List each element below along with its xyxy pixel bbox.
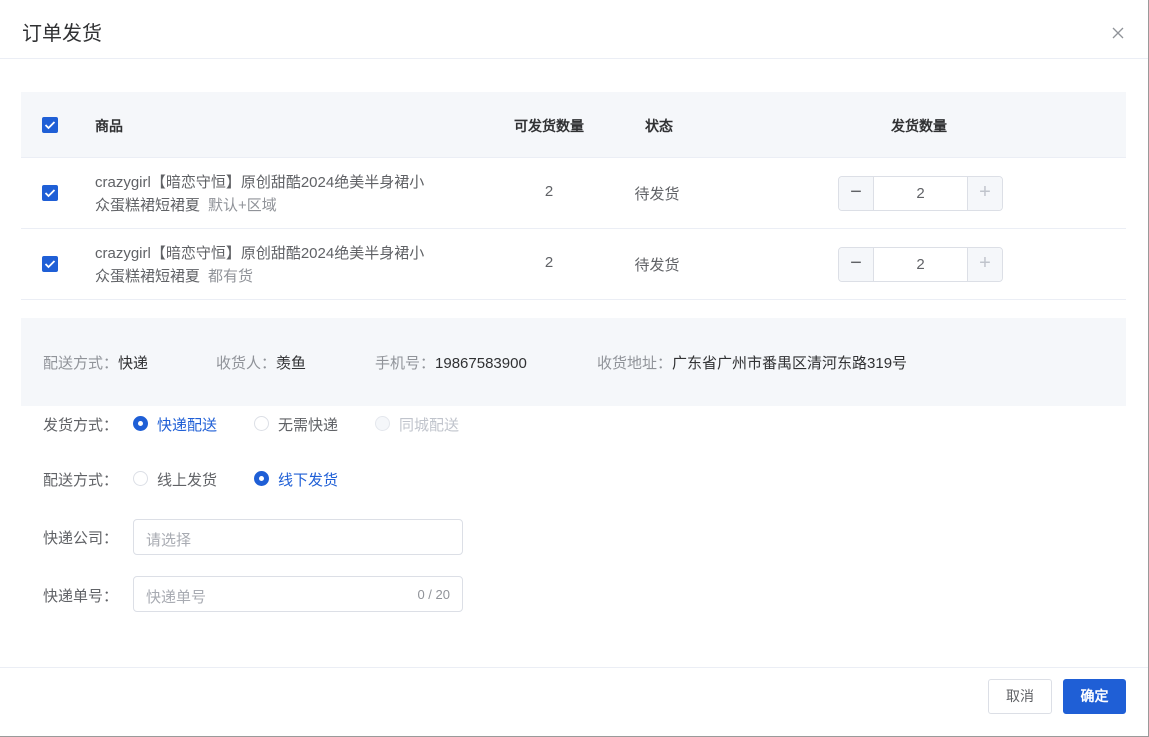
radio-label: 同城配送	[399, 417, 460, 434]
goods-table: 商品 可发货数量 状态 发货数量 crazygirl【暗恋守恒】原创甜酷2024…	[21, 92, 1126, 300]
quantity-stepper: − 2 +	[838, 247, 1003, 282]
info-receiver: 收货人：羡鱼	[216, 352, 306, 373]
table-header: 商品 可发货数量 状态 发货数量	[21, 92, 1126, 158]
info-delivery: 配送方式：快递	[43, 352, 148, 373]
table-row: crazygirl【暗恋守恒】原创甜酷2024绝美半身裙小众蛋糕裙短裙夏 都有货 …	[21, 229, 1126, 300]
radio-label: 无需快递	[278, 417, 339, 434]
minus-button[interactable]: −	[839, 248, 874, 281]
product-spec: 默认+区域	[208, 197, 277, 214]
confirm-button[interactable]: 确定	[1063, 679, 1126, 714]
shipping-info-bar: 配送方式：快递 收货人：羡鱼 手机号：19867583900 收货地址：广东省广…	[21, 318, 1126, 406]
radio-online-ship[interactable]: 线上发货	[133, 469, 223, 489]
radio-dot	[133, 416, 148, 431]
info-value: 广东省广州市番禺区清河东路319号	[672, 355, 908, 372]
radio-offline-ship[interactable]: 线下发货	[254, 469, 344, 489]
info-label: 收货地址：	[597, 355, 673, 372]
dialog-header: 订单发货	[0, 0, 1148, 59]
info-value: 19867583900	[435, 355, 527, 372]
express-company-select[interactable]: 请选择	[133, 519, 463, 555]
placeholder: 请选择	[146, 532, 192, 549]
ship-method-label: 发货方式：	[43, 417, 119, 434]
plus-button[interactable]: +	[967, 177, 1002, 210]
header-available-qty: 可发货数量	[514, 118, 584, 134]
quantity-input[interactable]: 2	[874, 177, 967, 210]
available-qty: 2	[544, 183, 554, 200]
radio-label: 线上发货	[157, 472, 218, 489]
radio-label: 线下发货	[278, 472, 339, 489]
footer-divider	[0, 667, 1148, 668]
status-text: 待发货	[634, 186, 680, 203]
tracking-no-input[interactable]: 快递单号 0 / 20	[133, 576, 463, 612]
row-checkbox[interactable]	[42, 256, 58, 272]
placeholder: 快递单号	[146, 589, 207, 606]
tracking-no-label: 快递单号：	[43, 588, 119, 605]
ship-order-dialog: 订单发货 商品 可发货数量 状态 发货数量 crazygirl【暗恋守恒】原创甜…	[0, 0, 1149, 737]
info-value: 快递	[118, 355, 149, 372]
header-ship-qty: 发货数量	[891, 118, 947, 134]
product-spec: 都有货	[208, 268, 254, 285]
radio-dot	[254, 416, 269, 431]
plus-button[interactable]: +	[967, 248, 1002, 281]
radio-label: 快递配送	[157, 417, 218, 434]
quantity-stepper: − 2 +	[838, 176, 1003, 211]
info-value: 羡鱼	[276, 355, 307, 372]
row-checkbox[interactable]	[42, 185, 58, 201]
status-text: 待发货	[634, 257, 680, 274]
available-qty: 2	[544, 254, 554, 271]
radio-dot	[375, 416, 390, 431]
radio-dot	[133, 471, 148, 486]
radio-dot	[254, 471, 269, 486]
info-address: 收货地址：广东省广州市番禺区清河东路319号	[597, 352, 907, 373]
product-name: crazygirl【暗恋守恒】原创甜酷2024绝美半身裙小众蛋糕裙短裙夏 都有货	[95, 242, 425, 288]
header-status: 状态	[645, 118, 673, 134]
info-label: 配送方式：	[43, 355, 119, 372]
minus-button[interactable]: −	[839, 177, 874, 210]
delivery-method-label: 配送方式：	[43, 472, 119, 489]
info-label: 手机号：	[375, 355, 436, 372]
express-company-label: 快递公司：	[43, 530, 119, 547]
table-row: crazygirl【暗恋守恒】原创甜酷2024绝美半身裙小众蛋糕裙短裙夏 默认+区…	[21, 158, 1126, 229]
quantity-input[interactable]: 2	[874, 248, 967, 281]
close-icon[interactable]	[1111, 26, 1125, 40]
radio-no-express[interactable]: 无需快递	[254, 414, 344, 434]
product-name: crazygirl【暗恋守恒】原创甜酷2024绝美半身裙小众蛋糕裙短裙夏 默认+区…	[95, 171, 425, 217]
product-title: crazygirl【暗恋守恒】原创甜酷2024绝美半身裙小众蛋糕裙短裙夏	[95, 245, 425, 285]
info-label: 收货人：	[216, 355, 277, 372]
select-all-checkbox[interactable]	[42, 117, 58, 133]
char-counter: 0 / 20	[417, 587, 450, 602]
dialog-title: 订单发货	[22, 23, 102, 45]
info-phone: 手机号：19867583900	[375, 352, 527, 373]
cancel-button[interactable]: 取消	[988, 679, 1052, 714]
header-product: 商品	[95, 118, 123, 134]
radio-same-city[interactable]: 同城配送	[375, 414, 465, 434]
radio-express-delivery[interactable]: 快递配送	[133, 414, 223, 434]
